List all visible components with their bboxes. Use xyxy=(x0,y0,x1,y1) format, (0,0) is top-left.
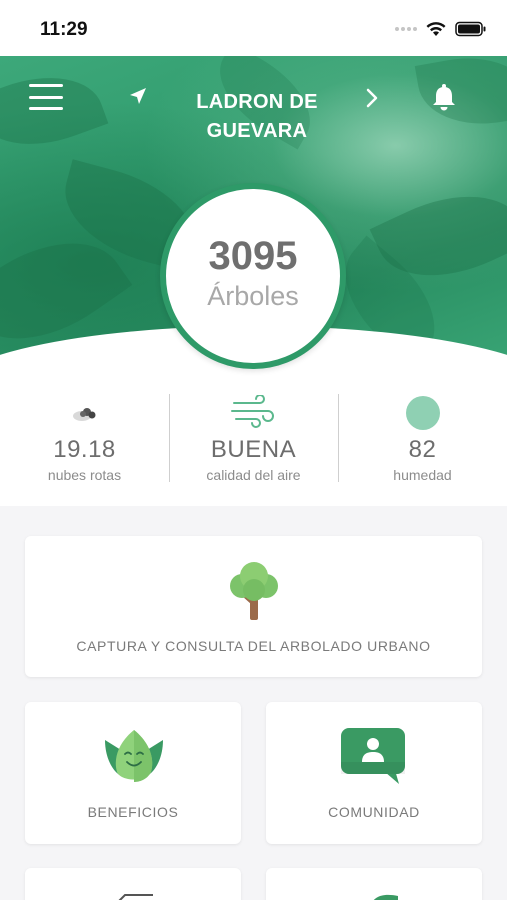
wifi-icon xyxy=(426,22,446,36)
temperature-label: nubes rotas xyxy=(47,467,122,483)
tree-label: Árboles xyxy=(207,281,299,311)
weather-panel: 19.18 nubes rotas BUENA calidad del aire… xyxy=(0,376,507,506)
chat-person-icon xyxy=(341,728,405,784)
location-arrow-icon[interactable] xyxy=(128,86,148,106)
menu-icon xyxy=(29,84,63,87)
city-title-line2: GUEVARA xyxy=(206,120,308,142)
tree-counter: 3095 Árboles xyxy=(160,183,346,369)
status-bar: 11:29 xyxy=(0,0,507,56)
status-time: 11:29 xyxy=(40,19,88,40)
city-title[interactable]: LADRON DE GUEVARA xyxy=(170,88,344,146)
city-title-line1: LADRON DE xyxy=(196,91,318,113)
battery-icon xyxy=(455,21,486,37)
signal-dots-icon xyxy=(395,27,417,31)
capture-label: CAPTURA Y CONSULTA DEL ARBOLADO URBANO xyxy=(76,638,431,654)
weather-humidity: 82 humedad xyxy=(338,394,507,490)
partial-card-left[interactable] xyxy=(25,868,241,900)
weather-air-quality: BUENA calidad del aire xyxy=(169,394,338,490)
wind-icon xyxy=(230,395,274,428)
tree-icon xyxy=(230,562,278,620)
benefits-card[interactable]: BENEFICIOS xyxy=(25,702,241,844)
temperature-value: 19.18 xyxy=(53,436,116,463)
humidity-label: humedad xyxy=(393,467,452,483)
humidity-dot-icon xyxy=(405,396,440,430)
status-icons xyxy=(395,21,487,37)
document-icon xyxy=(118,894,153,900)
community-card[interactable]: COMUNIDAD xyxy=(266,702,482,844)
weather-temperature: 19.18 nubes rotas xyxy=(0,394,169,490)
smiling-leaf-icon xyxy=(105,730,163,782)
menu-button[interactable] xyxy=(29,84,63,110)
community-label: COMUNIDAD xyxy=(328,804,420,820)
benefits-label: BENEFICIOS xyxy=(87,804,179,820)
cloud-icon xyxy=(72,408,95,421)
bell-icon[interactable] xyxy=(431,83,457,111)
air-quality-label: calidad del aire xyxy=(206,467,301,483)
capture-card[interactable]: CAPTURA Y CONSULTA DEL ARBOLADO URBANO xyxy=(25,536,482,677)
tree-count: 3095 xyxy=(208,234,298,278)
humidity-value: 82 xyxy=(408,436,437,463)
chevron-right-icon[interactable] xyxy=(365,88,379,108)
air-quality-value: BUENA xyxy=(210,436,297,463)
leaf-icon xyxy=(373,894,398,900)
partial-card-right[interactable] xyxy=(266,868,482,900)
